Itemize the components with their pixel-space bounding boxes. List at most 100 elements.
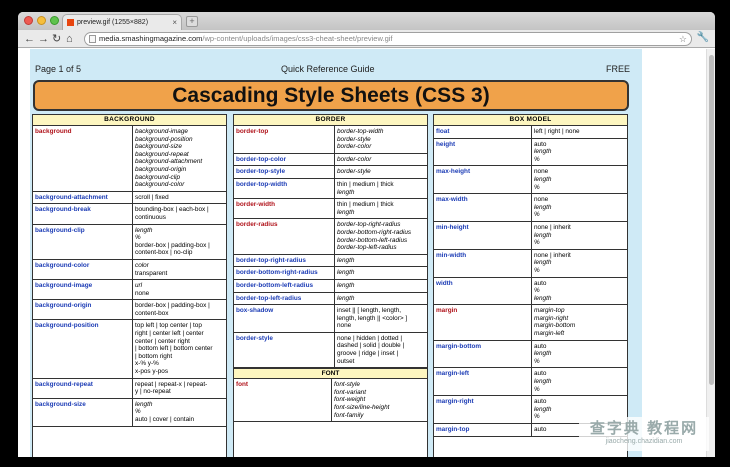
property-name: margin-top [434,424,532,436]
font-heading: FONT [234,368,427,380]
property-values: length [335,280,356,292]
property-values: font-style font-variant font-weight font-si… [332,379,391,421]
property-name: border-top-width [234,178,335,199]
value-line: content-box | no-clip [135,249,193,257]
reload-icon[interactable]: ↻ [52,32,61,46]
property-values: none length% [532,166,553,193]
value-line: length [534,294,552,302]
value-line: background-position [135,135,193,143]
tab-preview[interactable]: preview.gif (1255×882) × [62,14,182,30]
scrollbar-thumb[interactable] [709,55,714,385]
value-line: auto | cover | contain [135,416,195,423]
table-row: border-radius border-top-right-radius bord… [234,219,427,255]
table-row: border-style none | hidden | dotted | dash… [234,332,427,369]
value-line: x-pos y-pos [135,368,169,376]
value-line: none [534,168,549,176]
value-line: | bottom left | bottom center [135,345,213,353]
value-line: right | center left | center [135,330,204,338]
browser-window: preview.gif (1255×882) × + ← → ↻ ⌂ media… [18,12,715,457]
property-name: border-bottom-right-radius [234,267,335,279]
value-line: length [135,400,153,408]
value-line: none | hidden | dotted | [337,334,403,342]
value-line: inset || [ length, length, [337,307,402,315]
table-row: border-top border-top-width border-style bo… [234,126,427,154]
free-label: FREE [605,64,630,74]
table-row: background-break bounding-box | each-box … [33,204,226,225]
property-name: background-origin [33,300,133,320]
zoom-window-button[interactable] [50,16,59,25]
new-tab-button[interactable]: + [186,16,198,27]
value-line: dashed | solid | double | [337,342,405,350]
property-name: height [434,138,532,166]
value-line: % [135,234,141,242]
table-row: background-color color transparent [33,259,226,281]
property-name: margin-bottom [434,340,532,368]
property-name: border-top-left-radius [234,292,335,305]
url-path: /wp-content/uploads/images/css3-cheat-sh… [202,34,393,43]
watermark-title: 查字典 教程网 [589,420,699,437]
back-icon[interactable]: ← [24,32,35,46]
value-line: background-color [135,181,185,189]
value-line: margin-top [534,307,565,315]
value-line: bounding-box | each-box | [135,206,209,214]
property-values: auto length% [532,368,553,395]
value-line: color [135,261,149,269]
forward-icon[interactable]: → [38,32,49,46]
table-row: background-repeat repeat | repeat-x | rep… [33,378,226,399]
property-values: auto length% [532,341,553,368]
value-line: % [534,385,540,393]
property-name: background-attachment [33,191,133,204]
tab-bar: preview.gif (1255×882) × + [18,12,715,30]
value-line: border-top-right-radius [337,221,401,229]
value-line: length [337,188,355,196]
property-values: border-style [335,166,373,178]
property-name: background-break [33,204,133,224]
value-line: length [534,203,552,211]
value-line: % [534,183,540,191]
property-values: left | right | none [532,126,582,138]
value-line: x-% y-% [135,360,159,368]
value-line: length [135,226,153,234]
border-heading: BORDER [234,115,427,126]
close-tab-icon[interactable]: × [172,18,177,27]
address-bar[interactable]: media.smashingmagazine.com/wp-content/up… [84,32,692,46]
value-line: background-image [135,128,188,135]
value-line: border-color [337,155,372,163]
property-name: max-width [434,194,532,221]
property-name: border-top [234,126,335,153]
value-line: auto [534,426,547,433]
property-values: margin-top margin-right margin-bottom margi… [532,305,577,339]
property-values: auto length% [532,396,553,423]
table-row: background-image url none [33,280,226,301]
window-controls [24,16,59,25]
value-line: % [534,266,540,274]
value-line: border-bottom-right-radius [337,228,412,236]
wrench-menu-icon[interactable]: 🔧 [697,32,709,43]
close-window-button[interactable] [24,16,33,25]
property-name: border-bottom-left-radius [234,279,335,292]
table-row: border-bottom-left-radius length [234,279,427,293]
table-row: float left | right | none [434,126,627,139]
value-line: auto [534,140,547,148]
value-line: % [534,155,540,163]
property-values: length% border-box | padding-box | content… [133,225,212,259]
page-number: Page 1 of 5 [35,64,82,74]
value-line: none [337,322,352,330]
bookmark-star-icon[interactable]: ☆ [679,33,687,45]
vertical-scrollbar[interactable] [706,49,715,457]
home-icon[interactable]: ⌂ [66,32,73,46]
value-line: groove | ridge | inset | [337,350,399,358]
property-values: none | inherit length% [532,250,573,277]
table-row: background-origin border-box | padding-bo… [33,300,226,321]
table-row: margin-bottom auto length% [434,340,627,369]
minimize-window-button[interactable] [37,16,46,25]
value-line: background-size [135,143,182,151]
property-name: border-top-right-radius [234,254,335,267]
property-values: thin | medium | thick length [335,199,396,218]
property-values: border-color [335,154,373,166]
value-line: length [337,208,355,216]
property-name: background-clip [33,224,133,259]
value-line: background-attachment [135,158,203,166]
table-row: background-size length% auto | cover | con… [33,398,226,427]
property-values: border-top-width border-style border-color [335,126,385,153]
